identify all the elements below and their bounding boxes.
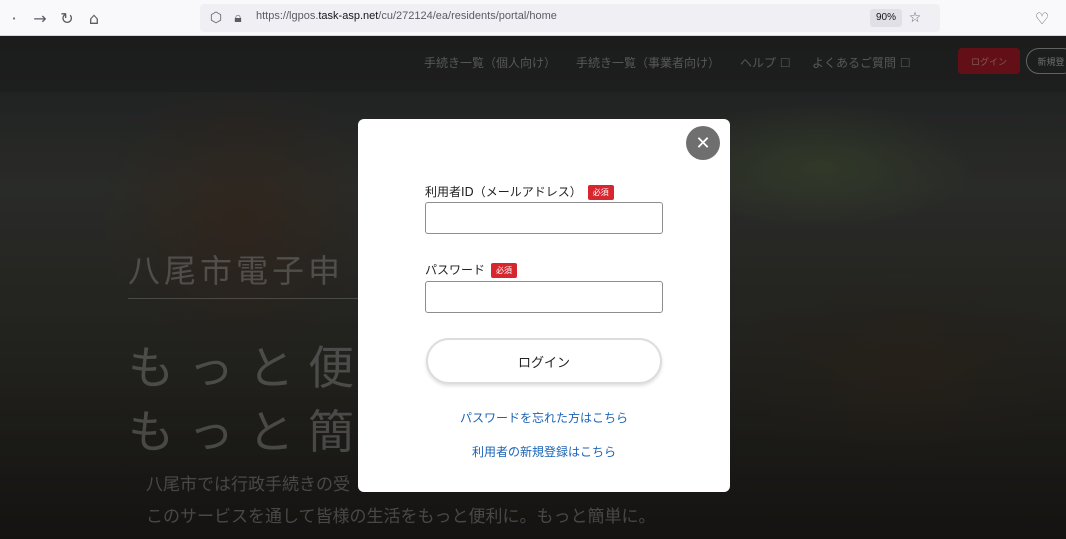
forgot-password-link[interactable]: パスワードを忘れた方はこちら: [358, 409, 730, 426]
back-icon[interactable]: ·: [2, 6, 26, 30]
password-input[interactable]: [425, 281, 663, 313]
required-badge: 必須: [491, 263, 518, 278]
lock-icon[interactable]: 🔒︎: [228, 8, 248, 28]
reload-icon[interactable]: ↻: [55, 6, 79, 30]
required-badge: 必須: [587, 185, 614, 200]
star-icon[interactable]: ☆: [905, 8, 925, 28]
home-icon[interactable]: ⌂: [82, 6, 106, 30]
address-bar[interactable]: ⬡ 🔒︎ https://lgpos.task-asp.net/cu/27212…: [200, 4, 940, 32]
login-modal: ✕ 利用者ID（メールアドレス） 必須 パスワード 必須 ログイン パスワードを忘れ…: [358, 119, 730, 492]
login-submit-button[interactable]: ログイン: [426, 338, 662, 384]
forward-icon[interactable]: →: [28, 6, 52, 30]
shield-icon[interactable]: ⬡: [206, 8, 226, 28]
url-text[interactable]: https://lgpos.task-asp.net/cu/272124/ea/…: [256, 10, 557, 22]
user-id-label: 利用者ID（メールアドレス） 必須: [425, 183, 614, 200]
pocket-icon[interactable]: ♡: [1030, 6, 1054, 30]
register-link[interactable]: 利用者の新規登録はこちら: [358, 443, 730, 460]
user-id-input[interactable]: [425, 202, 663, 234]
page: 手続き一覧（個人向け） 手続き一覧（事業者向け） ヘルプ ☐ よくあるご質問 ☐…: [0, 36, 1066, 539]
zoom-indicator[interactable]: 90%: [870, 9, 903, 27]
password-label: パスワード 必須: [425, 261, 518, 278]
browser-toolbar: · → ↻ ⌂ ⬡ 🔒︎ https://lgpos.task-asp.net/…: [0, 0, 1066, 36]
close-icon[interactable]: ✕: [686, 126, 720, 160]
